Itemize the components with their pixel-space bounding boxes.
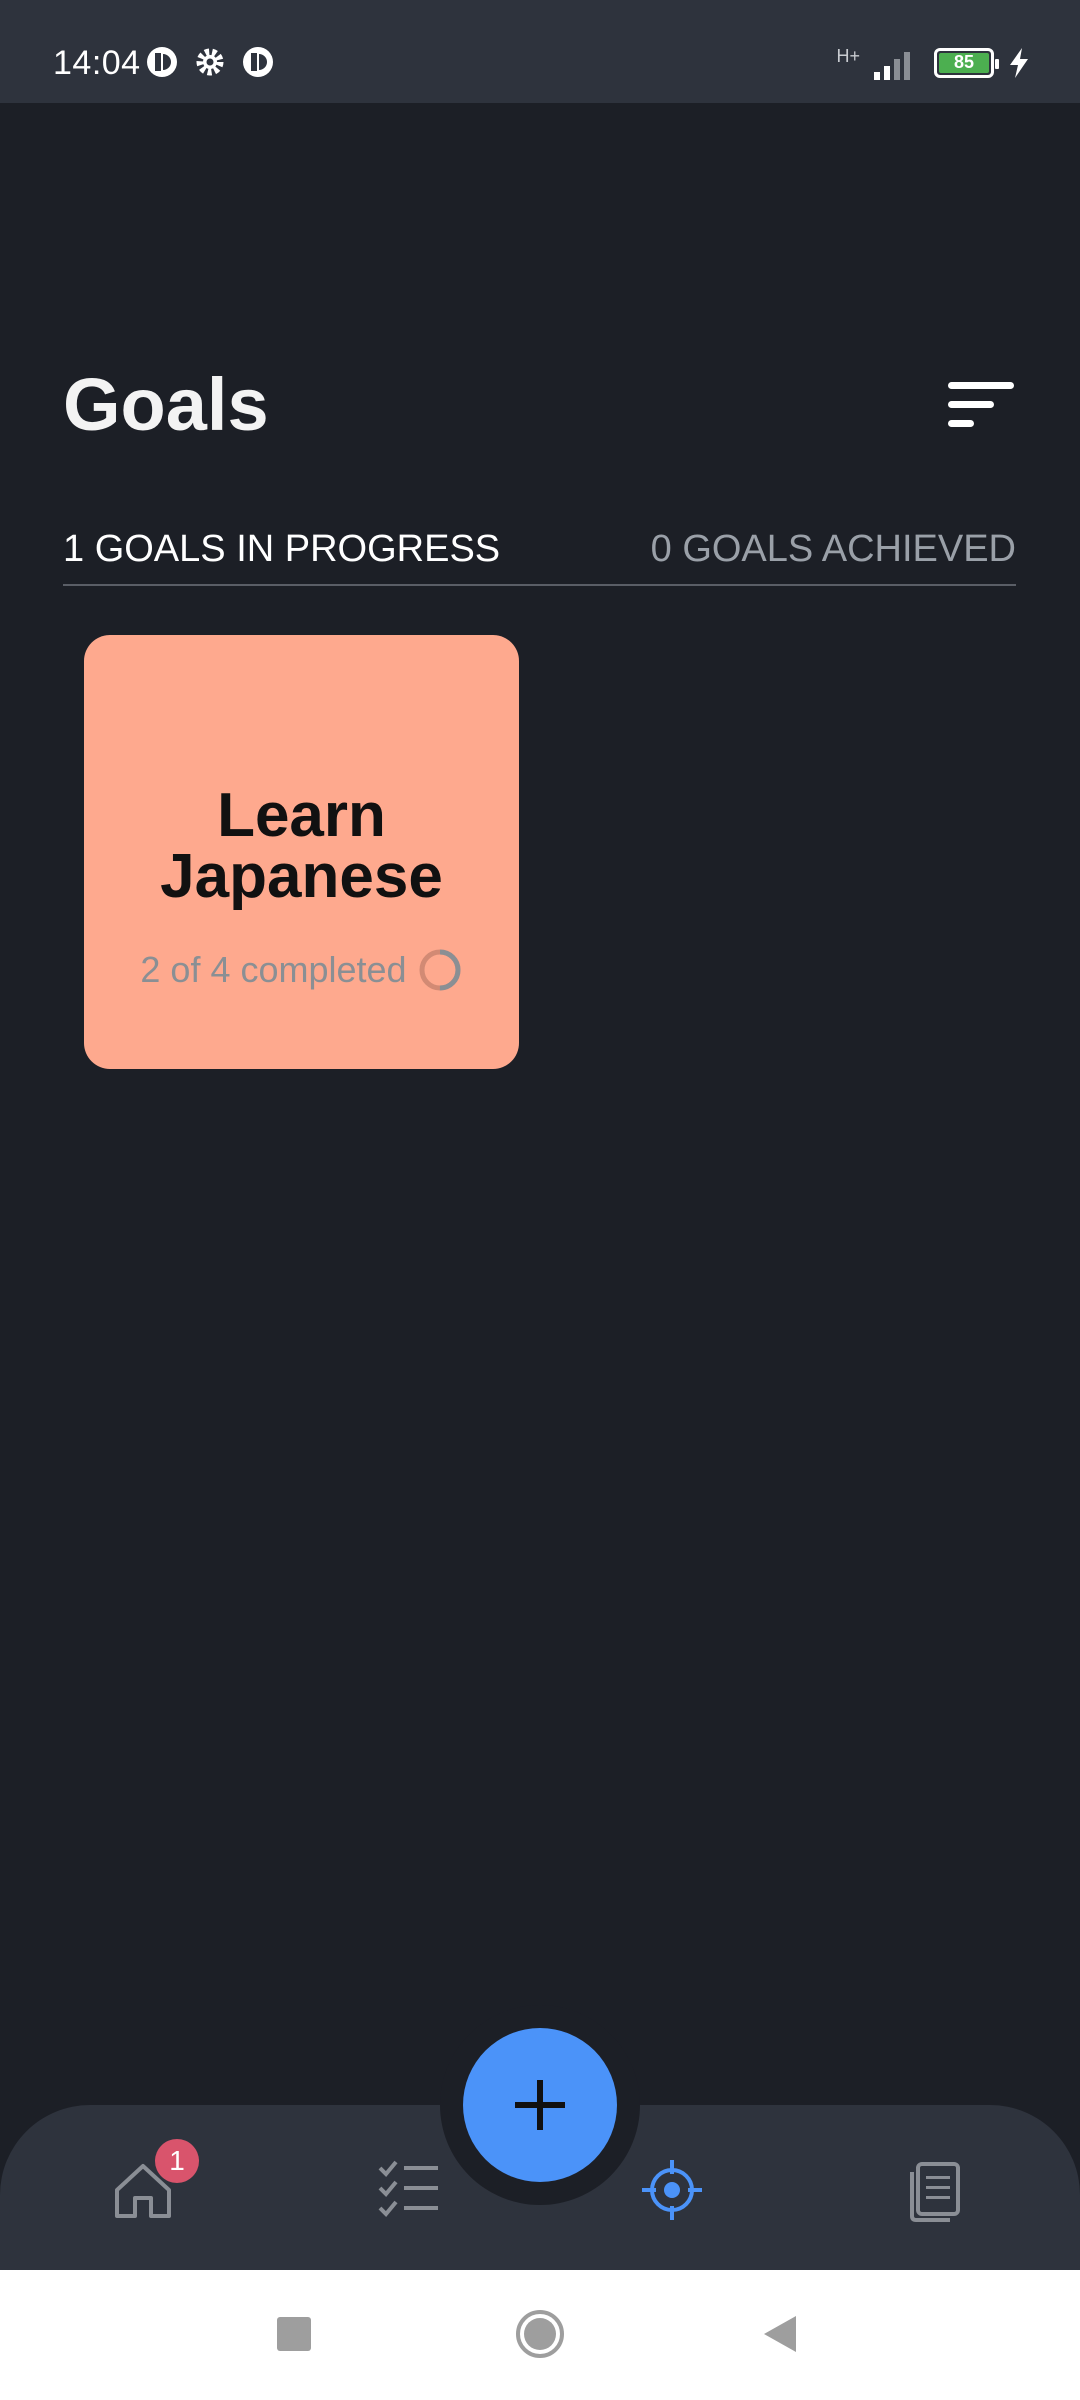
home-circle-icon[interactable] [514, 2308, 566, 2360]
back-triangle-icon[interactable] [762, 2314, 798, 2354]
signal-strength-icon [874, 52, 910, 80]
journal-notes-icon [910, 2162, 960, 2222]
tasks-checklist-icon [378, 2160, 438, 2217]
status-bar: 14:04 H+ 85 [0, 0, 1080, 103]
add-goal-button[interactable] [463, 2028, 617, 2182]
charging-bolt-icon [1010, 48, 1028, 78]
nav-goals[interactable] [632, 2150, 712, 2230]
goal-progress-text: 2 of 4 completed [140, 949, 407, 990]
app-notification-icon-2 [243, 47, 273, 77]
battery-icon: 85 [934, 48, 999, 78]
goal-title: Learn Japanese [160, 781, 443, 911]
plus-icon [515, 2080, 565, 2130]
goal-progress: 2 of 4 completed [84, 947, 519, 993]
sort-filter-icon [948, 382, 1014, 427]
app-notification-icon [147, 47, 177, 77]
status-icons-right: H+ 85 [836, 46, 1030, 80]
status-icons-left [146, 46, 274, 78]
sort-filter-button[interactable] [946, 378, 1018, 430]
page-title: Goals [63, 363, 269, 446]
battery-level: 85 [953, 52, 975, 72]
network-type-label: H+ [836, 45, 860, 66]
nav-tasks[interactable] [368, 2150, 448, 2230]
notification-badge: 1 [155, 2139, 199, 2183]
settings-gear-icon [196, 48, 224, 76]
goal-tabs: 1 GOALS IN PROGRESS 0 GOALS ACHIEVED [63, 528, 1016, 586]
tab-achieved[interactable]: 0 GOALS ACHIEVED [651, 528, 1016, 571]
tab-in-progress[interactable]: 1 GOALS IN PROGRESS [63, 528, 500, 571]
nav-journal[interactable] [896, 2150, 976, 2230]
goals-target-icon [642, 2160, 702, 2220]
goal-card[interactable]: Learn Japanese 2 of 4 completed [84, 635, 519, 1069]
progress-ring-icon [419, 949, 461, 991]
status-time: 14:04 [53, 44, 141, 82]
recent-apps-icon[interactable] [276, 2316, 312, 2352]
